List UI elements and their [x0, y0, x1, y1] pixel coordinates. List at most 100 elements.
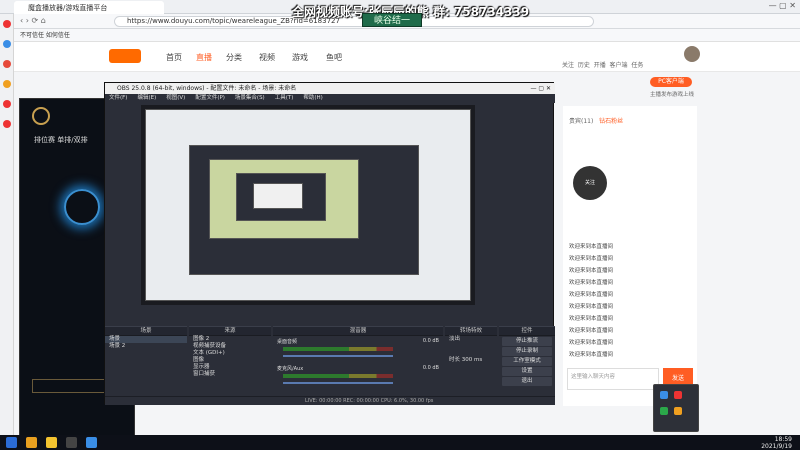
clock-time: 18:59 [774, 436, 792, 443]
bookmark-bar: 不可信任 如何信任 [14, 29, 800, 42]
chat-message: 欢迎来到本直播间 [569, 256, 614, 262]
browser-tab[interactable]: 魔盒播放器/游戏直播平台 [14, 1, 164, 14]
menu-edit[interactable]: 编辑(E) [137, 95, 156, 101]
follow-button[interactable]: 关注 [573, 166, 607, 200]
avatar[interactable] [684, 46, 700, 62]
nav-video[interactable]: 视频 [259, 52, 275, 63]
app-icon[interactable] [3, 80, 11, 88]
start-icon[interactable] [6, 437, 17, 448]
chat-message: 欢迎来到本直播间 [569, 352, 614, 358]
app-icon[interactable] [3, 40, 11, 48]
chat-list: 欢迎来到本直播间 欢迎来到本直播间 欢迎来到本直播间 欢迎来到本直播间 欢迎来到… [563, 241, 697, 361]
stop-streaming-button[interactable]: 停止推流 [502, 337, 552, 346]
settings-button[interactable]: 设置 [502, 367, 552, 376]
portal-graphic [64, 189, 100, 225]
app-icon[interactable] [3, 20, 11, 28]
top-icons[interactable]: 关注 历史 开播 客户端 任务 [562, 60, 643, 69]
tray-icon[interactable] [674, 407, 682, 415]
clock-date: 2021/9/19 [761, 443, 792, 450]
app-icon[interactable] [3, 60, 11, 68]
volume-slider[interactable] [283, 355, 393, 357]
chat-message: 欢迎来到本直播间 [569, 328, 614, 334]
chat-message: 欢迎来到本直播间 [569, 340, 614, 346]
nav-live[interactable]: 直播 [196, 52, 212, 63]
controls-header: 控件 [499, 327, 555, 336]
source-item[interactable]: 图像 2 [189, 336, 271, 343]
mixer-channel-level: 0.0 dB [422, 338, 439, 344]
scene-item[interactable]: 场景 2 [105, 343, 187, 350]
chrome-icon[interactable] [26, 437, 37, 448]
app-icon[interactable] [86, 437, 97, 448]
obs-preview[interactable] [141, 105, 475, 305]
obs-statusbar: LIVE: 00:00:00 REC: 00:00:00 CPU: 6.0%, … [105, 396, 555, 405]
source-item[interactable]: 图像 [189, 357, 271, 364]
bookmark-item[interactable]: 不可信任 如何信任 [20, 32, 70, 39]
chat-message: 欢迎来到本直播间 [569, 280, 614, 286]
mixer-channel-name: 麦克风/Aux [277, 366, 304, 372]
tray-icon[interactable] [660, 391, 668, 399]
menu-help[interactable]: 帮助(H) [303, 95, 322, 101]
transition-type-select[interactable]: 淡出 [445, 336, 497, 343]
pc-client-button[interactable]: PC客户端 [650, 77, 692, 87]
chat-message: 欢迎来到本直播间 [569, 292, 614, 298]
obs-window: OBS 25.0.8 (64-bit, windows) - 配置文件: 未命名… [104, 82, 555, 405]
windows-taskbar: 18:59 2021/9/19 [0, 435, 800, 450]
sources-header: 来源 [189, 327, 271, 336]
chat-message: 欢迎来到本直播间 [569, 244, 614, 250]
nav-buttons[interactable]: ‹ › ⟳ ⌂ [20, 16, 46, 25]
mixer-channel-level: 0.0 dB [422, 365, 439, 371]
watermark-badge: 峡谷结一 [362, 13, 422, 27]
obs-window-controls[interactable]: — ▢ ✕ [530, 83, 551, 94]
lol-logo [32, 107, 50, 125]
studio-mode-button[interactable]: 工作室模式 [502, 357, 552, 366]
controls-dock: 控件 停止推流 停止录制 工作室模式 设置 退出 [499, 326, 555, 396]
chat-tabs[interactable]: 贵宾(11) 钻石粉丝 [569, 116, 623, 125]
weibo-icon[interactable] [3, 100, 11, 108]
menu-tools[interactable]: 工具(T) [275, 95, 294, 101]
folder-icon[interactable] [46, 437, 57, 448]
audio-meter [283, 347, 393, 351]
menu-file[interactable]: 文件(F) [109, 95, 127, 101]
tray-icon[interactable] [674, 391, 682, 399]
nav-game[interactable]: 游戏 [292, 52, 308, 63]
tray-icon[interactable] [660, 407, 668, 415]
scene-item[interactable]: 场景 [105, 336, 187, 343]
obs-icon[interactable] [66, 437, 77, 448]
stream-label: 排位赛 单排/双排 [34, 136, 88, 144]
audio-meter [283, 374, 393, 378]
menu-profile[interactable]: 配置文件(P) [195, 95, 225, 101]
sources-dock: 来源 图像 2 视频捕获设备 文本 (GDI+) 图像 显示器 窗口捕获 [189, 326, 271, 396]
source-item[interactable]: 窗口捕获 [189, 371, 271, 378]
menu-view[interactable]: 视图(V) [166, 95, 185, 101]
duration-label: 时长 300 ms [449, 357, 483, 363]
menu-scene-collection[interactable]: 场景集合(S) [235, 95, 265, 101]
scenes-dock: 场景 场景 场景 2 [105, 326, 187, 396]
site-header: 首页 直播 分类 视频 游戏 鱼吧 关注 历史 开播 客户端 任务 [14, 42, 800, 72]
obs-menubar: 文件(F) 编辑(E) 视图(V) 配置文件(P) 场景集合(S) 工具(T) 帮助(H) [105, 94, 555, 103]
browser-sidebar [0, 14, 14, 435]
nav-yuba[interactable]: 鱼吧 [326, 52, 342, 63]
nav-category[interactable]: 分类 [226, 52, 242, 63]
transitions-header: 转场特效 [445, 327, 497, 336]
nav-home[interactable]: 首页 [166, 52, 182, 63]
recursive-capture [253, 183, 303, 209]
source-item[interactable]: 显示器 [189, 364, 271, 371]
chat-message: 欢迎来到本直播间 [569, 268, 614, 274]
chat-message: 欢迎来到本直播间 [569, 316, 614, 322]
scenes-header: 场景 [105, 327, 187, 336]
source-item[interactable]: 文本 (GDI+) [189, 350, 271, 357]
douyu-logo[interactable] [109, 49, 141, 63]
stop-recording-button[interactable]: 停止录制 [502, 347, 552, 356]
mixer-dock: 混音器 桌面音频 0.0 dB 麦克风/Aux 0.0 dB [273, 326, 443, 396]
exit-button[interactable]: 退出 [502, 377, 552, 386]
window-controls[interactable]: — ▢ ✕ [769, 1, 796, 10]
chat-panel: 贵宾(11) 钻石粉丝 关注 欢迎来到本直播间 欢迎来到本直播间 欢迎来到本直播… [563, 106, 697, 406]
clock[interactable]: 18:59 2021/9/19 [761, 436, 792, 450]
chat-input[interactable]: 这里输入聊天内容 [567, 368, 659, 390]
app-icon[interactable] [3, 120, 11, 128]
duration-input[interactable]: 300 ms [462, 357, 482, 363]
chat-message: 欢迎来到本直播间 [569, 304, 614, 310]
source-item[interactable]: 视频捕获设备 [189, 343, 271, 350]
volume-slider[interactable] [283, 382, 393, 384]
upload-hint: 主播发布游戏上线 [650, 92, 695, 98]
